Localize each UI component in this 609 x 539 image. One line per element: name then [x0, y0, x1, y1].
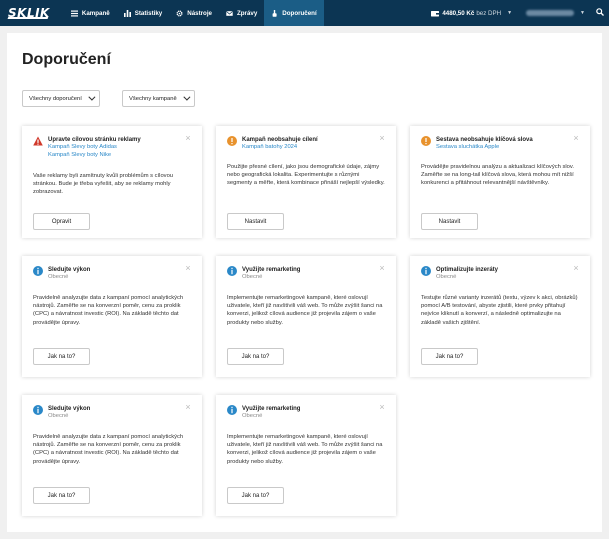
card-description: Pravidelně analyzujte data z kampaní pom… [33, 434, 184, 465]
recommendation-card: Sestava neobsahuje klíčová slova Sestava… [410, 126, 590, 238]
nav-item-doporuceni[interactable]: Doporučení [264, 0, 324, 26]
wallet-icon [431, 10, 440, 17]
recommendation-card: Sledujte výkon Obecné × Pravidelně analy… [22, 395, 202, 516]
card-category: Obecné [242, 413, 263, 419]
logo-underline [7, 17, 49, 19]
chevron-down-icon: ▼ [507, 10, 513, 16]
close-icon[interactable]: × [572, 264, 580, 273]
card-description: Implementujte remarketingové kampaně, kt… [227, 295, 383, 326]
recommendation-card: Využijte remarketing Obecné × Implementu… [216, 395, 396, 516]
nav-item-nastroje[interactable]: Nástroje [169, 0, 219, 26]
card-description: Pravidelně analyzujte data z kampaní pom… [33, 295, 184, 326]
info-circle-icon [227, 266, 237, 276]
nav-item-kampane[interactable]: Kampaně [64, 0, 117, 26]
nav-label: Statistiky [134, 9, 163, 17]
nav-label: Doporučení [282, 9, 317, 17]
card-title: Využijte remarketing [242, 406, 301, 412]
wallet-amount: 4480,50 Kč [442, 9, 475, 17]
filter-recommendations-select[interactable]: Všechny doporučení [22, 90, 100, 107]
close-icon[interactable]: × [184, 403, 192, 412]
filter-campaigns-select[interactable]: Všechny kampaně [122, 90, 195, 107]
recommendation-card: Kampaň neobsahuje cílení Kampaň batohy 2… [216, 126, 396, 238]
top-navigation-bar: SKLIK Kampaně Statistiky Nástroje Zprávy [0, 0, 609, 26]
user-email-redacted [526, 10, 575, 16]
warning-triangle-icon [33, 136, 43, 146]
wallet-balance[interactable]: 4480,50 Kč bez DPH ▼ [423, 10, 520, 17]
how-to-button[interactable]: Jak na to? [421, 348, 478, 365]
info-circle-icon [227, 405, 237, 415]
card-campaign-link[interactable]: Sestava sluchátka Apple [436, 144, 533, 152]
recommendations-page: Doporučení Všechny doporučení Všechny ka… [7, 33, 602, 532]
card-title: Optimalizujte inzeráty [436, 267, 499, 273]
filter-value: Všechny kampaně [129, 95, 177, 102]
card-title: Kampaň neobsahuje cílení [242, 137, 318, 143]
card-title: Sledujte výkon [48, 267, 91, 273]
fix-button[interactable]: Opravit [33, 213, 90, 230]
set-up-button[interactable]: Nastavit [227, 213, 284, 230]
recommendation-card: Optimalizujte inzeráty Obecné × Testujte… [410, 256, 590, 377]
close-icon[interactable]: × [378, 264, 386, 273]
pointing-hand-icon [271, 9, 278, 17]
card-category: Obecné [48, 413, 69, 419]
nav-label: Kampaně [81, 9, 110, 17]
card-description: Provádějte pravidelnou analýzu a aktuali… [421, 164, 574, 187]
chevron-down-icon: ▼ [580, 10, 585, 16]
search-icon [596, 8, 604, 18]
page-title: Doporučení [22, 51, 111, 68]
gear-icon [176, 10, 183, 17]
close-icon[interactable]: × [184, 264, 192, 273]
card-category: Obecné [48, 274, 69, 280]
how-to-button[interactable]: Jak na to? [227, 487, 284, 504]
card-description: Implementujte remarketingové kampaně, kt… [227, 434, 383, 465]
set-up-button[interactable]: Nastavit [421, 213, 478, 230]
card-campaign-link[interactable]: Kampaň Slevy boty Adidas [48, 144, 141, 152]
card-title: Upravte cílovou stránku reklamy [48, 137, 141, 143]
card-title: Sestava neobsahuje klíčová slova [436, 137, 533, 143]
hamburger-icon [70, 10, 78, 17]
info-circle-icon [33, 405, 43, 415]
recommendation-card: Využijte remarketing Obecné × Implementu… [216, 256, 396, 377]
close-icon[interactable]: × [184, 134, 192, 143]
info-circle-icon [421, 266, 431, 276]
filter-value: Všechny doporučení [29, 95, 82, 102]
card-campaign-link[interactable]: Kampaň batohy 2024 [242, 144, 318, 152]
exclamation-circle-icon [227, 136, 237, 146]
main-nav: Kampaně Statistiky Nástroje Zprávy Dopor… [64, 0, 324, 26]
nav-label: Nástroje [187, 9, 212, 17]
wallet-vat-note: bez DPH [476, 9, 502, 17]
nav-item-statistiky[interactable]: Statistiky [117, 0, 170, 26]
exclamation-circle-icon [421, 136, 431, 146]
how-to-button[interactable]: Jak na to? [33, 348, 90, 365]
chevron-down-icon [88, 93, 96, 101]
nav-label: Zprávy [237, 9, 258, 17]
recommendation-card: Sledujte výkon Obecné × Pravidelně analy… [22, 256, 202, 377]
nav-item-zpravy[interactable]: Zprávy [219, 0, 264, 26]
card-category: Obecné [242, 274, 263, 280]
search-button[interactable] [591, 0, 609, 26]
card-description: Použijte přesné cílení, jako jsou demogr… [227, 164, 385, 187]
recommendation-card: Upravte cílovou stránku reklamy Kampaň S… [22, 126, 202, 238]
card-description: Vaše reklamy byli zamítnuty kvůli problé… [33, 173, 174, 196]
card-category: Obecné [436, 274, 457, 280]
card-campaign-link[interactable]: Kampaň Slevy boty Nike [48, 152, 141, 160]
how-to-button[interactable]: Jak na to? [33, 487, 90, 504]
card-title: Sledujte výkon [48, 406, 91, 412]
close-icon[interactable]: × [572, 134, 580, 143]
info-circle-icon [33, 266, 43, 276]
chevron-down-icon [183, 93, 191, 101]
envelope-icon [226, 10, 233, 17]
topbar-right: 4480,50 Kč bez DPH ▼ ▼ [423, 0, 609, 26]
bar-chart-icon [123, 9, 131, 17]
close-icon[interactable]: × [378, 134, 386, 143]
how-to-button[interactable]: Jak na to? [227, 348, 284, 365]
close-icon[interactable]: × [378, 403, 386, 412]
card-description: Testujte různé varianty inzerátů (textu,… [421, 295, 578, 326]
user-account-menu[interactable]: ▼ [520, 10, 591, 16]
card-title: Využijte remarketing [242, 267, 301, 273]
